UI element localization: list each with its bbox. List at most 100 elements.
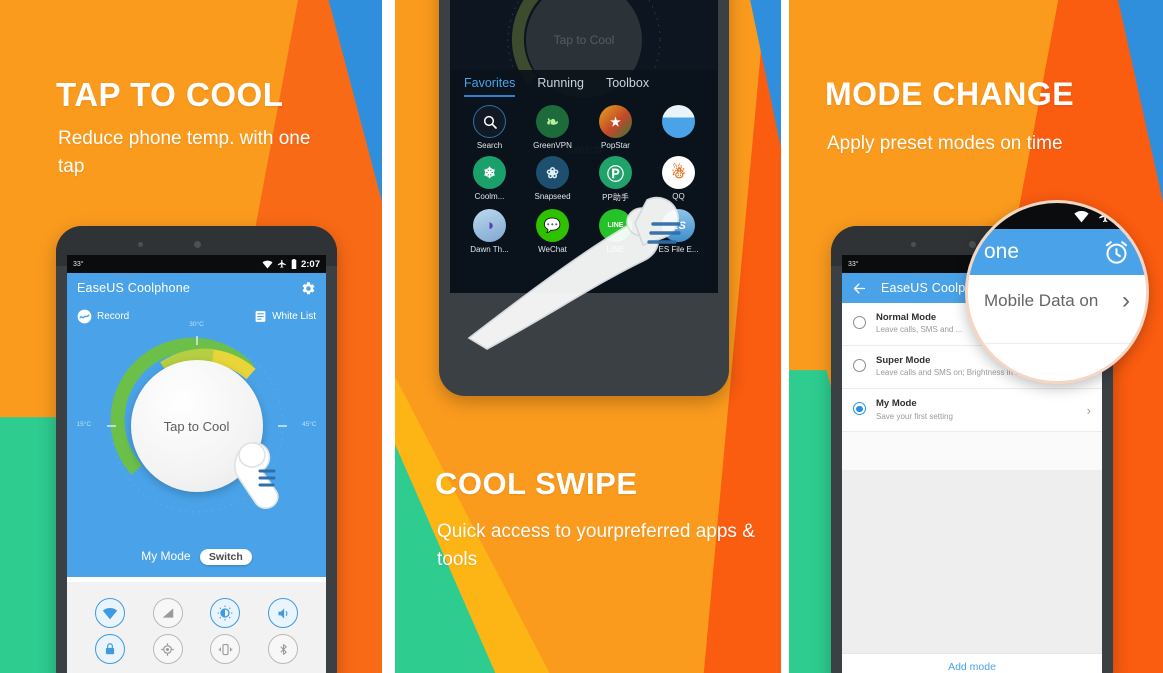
vibrate-toggle[interactable] xyxy=(210,634,241,664)
app-item[interactable]: ★ PopStar xyxy=(584,105,647,150)
screen-lock-toggle[interactable] xyxy=(94,634,125,664)
mode-row: My Mode Switch xyxy=(67,549,326,565)
app-item[interactable]: LINE LINE xyxy=(584,209,647,254)
record-label: Record xyxy=(97,311,130,322)
magnified-setting-row[interactable]: Mobile Data on › xyxy=(968,275,1146,327)
panel-seam-2 xyxy=(781,0,789,673)
brightness-icon xyxy=(218,605,233,621)
magnifier-loupe: one Mobile Data on › xyxy=(965,200,1149,384)
status-icons: 2:07 xyxy=(262,259,320,270)
record-action[interactable]: Record xyxy=(77,309,129,324)
app-label: GreenVPN xyxy=(533,141,572,150)
panel-seam-1 xyxy=(382,0,395,673)
app-item[interactable]: Search xyxy=(458,105,521,150)
my-mode-label: My Mode xyxy=(141,549,191,563)
temperature-dial[interactable]: Tap to Cool 30°C 15°C 45°C xyxy=(77,321,317,522)
wifi-icon xyxy=(1074,210,1089,222)
wifi-toggle[interactable] xyxy=(94,598,125,628)
app-label: QQ xyxy=(672,192,685,201)
mode-radio-selected[interactable] xyxy=(853,402,866,416)
location-toggle[interactable] xyxy=(152,634,183,664)
proximity-sensor-icon xyxy=(138,242,143,247)
brightness-toggle[interactable] xyxy=(210,598,241,628)
coolmaster-icon: ❄ xyxy=(473,156,506,189)
toggle-row-1 xyxy=(81,598,312,628)
app-item[interactable]: ☃ QQ xyxy=(647,156,710,203)
mode-radio[interactable] xyxy=(853,316,866,329)
chevron-right-icon[interactable]: › xyxy=(1087,404,1091,417)
status-time: 2:07 xyxy=(300,258,320,270)
phone-screen-2: Record White List T xyxy=(450,0,718,293)
app-item[interactable]: ❧ GreenVPN xyxy=(521,105,584,150)
status-temperature: 33° xyxy=(73,260,84,268)
cool-swipe-overlay: Favorites Running Toolbox Search ❧ Green… xyxy=(450,70,718,293)
tab-toolbox[interactable]: Toolbox xyxy=(606,76,649,97)
mobile-signal-toggle[interactable] xyxy=(152,598,183,628)
toggle-panel xyxy=(67,582,326,673)
bluetooth-toggle[interactable] xyxy=(268,634,299,664)
airplane-icon xyxy=(277,259,286,268)
pp-assistant-icon: Ⓟ xyxy=(599,156,632,189)
status-bar: 33° 2:07 xyxy=(67,255,326,273)
tab-favorites[interactable]: Favorites xyxy=(464,76,516,97)
favorites-app-grid: Search ❧ GreenVPN ★ PopStar ❄ Coolm... ❀… xyxy=(450,97,718,260)
volume-toggle[interactable] xyxy=(268,598,299,628)
mode-title: My Mode xyxy=(876,398,917,410)
magnified-blank-area xyxy=(968,343,1146,381)
app-label: Coolm... xyxy=(474,192,505,201)
chevron-right-icon[interactable]: › xyxy=(1122,287,1130,315)
mode-row-my[interactable]: My Mode Save your first setting › xyxy=(842,389,1102,433)
location-icon xyxy=(161,642,174,656)
add-mode-button[interactable]: Add mode xyxy=(842,653,1102,673)
app-item[interactable]: ❄ Coolm... xyxy=(458,156,521,203)
status-temperature: 33° xyxy=(848,260,859,268)
snapseed-icon: ❀ xyxy=(536,156,569,189)
white-list-action[interactable]: White List xyxy=(254,310,316,323)
app-label: Dawn Th... xyxy=(470,245,509,254)
alarm-clock-icon[interactable] xyxy=(1103,239,1130,266)
wifi-icon xyxy=(262,260,273,269)
wechat-icon: 💬 xyxy=(536,209,569,242)
tab-running[interactable]: Running xyxy=(537,76,584,97)
app-label: PP助手 xyxy=(602,193,629,202)
app-label: LINE xyxy=(606,245,625,254)
app-label: ES File E... xyxy=(658,245,699,254)
panel-1-subline: Reduce phone temp. with one tap xyxy=(58,128,311,177)
vibrate-icon xyxy=(218,643,233,655)
qq-icon: ☃ xyxy=(662,156,695,189)
line-icon: LINE xyxy=(599,209,632,242)
dial-center-button[interactable]: Tap to Cool xyxy=(130,360,263,492)
gear-icon[interactable] xyxy=(301,281,316,296)
app-item[interactable] xyxy=(647,105,710,150)
search-icon xyxy=(473,105,506,138)
screenshot-stage: TAP TO COOL Reduce phone temp. with one … xyxy=(0,0,1163,673)
back-arrow-icon[interactable] xyxy=(852,281,867,296)
app-item[interactable]: Ⓟ PP助手 xyxy=(584,156,647,203)
mode-radio[interactable] xyxy=(853,359,866,373)
app-item[interactable]: ES ES File E... xyxy=(647,209,710,254)
dial-label-left: 15°C xyxy=(76,421,92,428)
app-item[interactable]: ❀ Snapseed xyxy=(521,156,584,203)
app-label: Search xyxy=(476,141,503,150)
app-item[interactable]: ◑ Dawn Th... xyxy=(458,209,521,254)
panel-3-subline: Apply preset modes on time xyxy=(827,133,1063,154)
mode-description: Save your first setting xyxy=(876,411,953,421)
bluetooth-icon xyxy=(280,643,287,655)
switch-button[interactable]: Switch xyxy=(199,549,252,565)
panel-mode-change: MODE CHANGE Apply preset modes on time 3… xyxy=(789,0,1163,673)
front-camera-icon xyxy=(969,241,976,248)
app-item[interactable]: 💬 WeChat xyxy=(521,209,584,254)
proximity-sensor-icon xyxy=(911,242,916,247)
panel-3-headline: MODE CHANGE xyxy=(825,76,1075,112)
toggle-row-2 xyxy=(81,634,312,664)
panel-2-subline: Quick access to yourpreferred apps & too… xyxy=(437,521,755,570)
volume-icon xyxy=(278,608,288,618)
mode-text: My Mode Save your first setting xyxy=(876,398,1077,422)
dial-label-top: 30°C xyxy=(189,321,204,328)
empty-list-area xyxy=(842,470,1102,653)
wifi-icon xyxy=(102,607,118,619)
lock-icon xyxy=(105,643,114,655)
white-list-label: White List xyxy=(272,311,316,322)
popstar-icon: ★ xyxy=(599,105,632,138)
dawn-theme-icon: ◑ xyxy=(473,209,506,242)
